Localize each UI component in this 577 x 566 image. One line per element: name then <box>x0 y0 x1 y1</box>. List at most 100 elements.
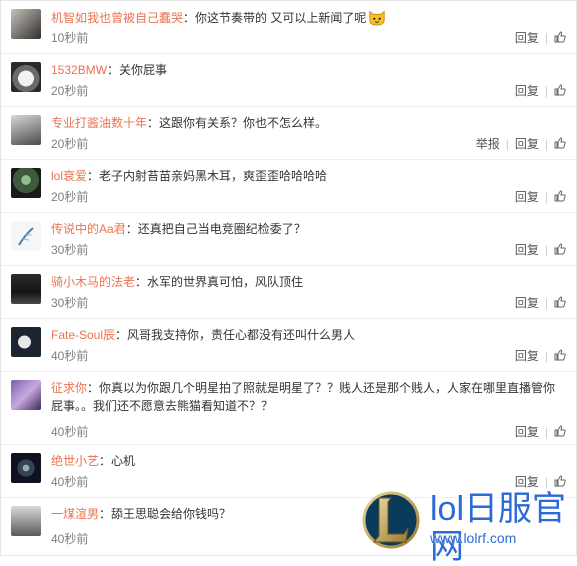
comment-actions: 回复 | <box>515 82 566 99</box>
reply-button[interactable]: 回复 <box>515 84 539 98</box>
comment-text: 关你屁事 <box>119 63 168 77</box>
avatar[interactable] <box>11 506 41 536</box>
like-icon[interactable] <box>554 349 566 361</box>
username-link[interactable]: 一煤渲男 <box>51 507 99 521</box>
avatar[interactable] <box>11 380 41 410</box>
comment-text: 这跟你有关系？你也不怎么样。 <box>159 116 328 130</box>
like-icon[interactable] <box>554 31 566 43</box>
like-icon[interactable] <box>554 475 566 487</box>
comment-text: 舔王思聪会给你钱吗？ <box>111 507 232 521</box>
colon: ： <box>135 275 148 289</box>
colon: ： <box>87 169 100 183</box>
comment-item: 传说中的Aa君：还真把自己当电竞圈纪检委了？ 30秒前 回复 | <box>1 213 576 266</box>
cat-face-icon <box>369 10 386 26</box>
divider: | <box>505 137 509 151</box>
comment-actions: 回复 | <box>515 423 566 440</box>
username-link[interactable]: 1532BMW <box>51 63 107 77</box>
report-button[interactable]: 举报 <box>476 137 500 151</box>
divider: | <box>544 243 548 257</box>
watermark-title: lol日服官网 <box>430 490 567 566</box>
comment-actions: 回复 | <box>515 347 566 364</box>
username-link[interactable]: 机智如我也曾被自己蠢哭 <box>51 11 183 25</box>
comment-time: 10秒前 <box>51 31 89 45</box>
username-link[interactable]: 专业打酱油数十年 <box>51 116 147 130</box>
like-icon[interactable] <box>554 137 566 149</box>
username-link[interactable]: 绝世小艺 <box>51 454 99 468</box>
divider: | <box>544 425 548 439</box>
avatar[interactable] <box>11 9 41 39</box>
like-icon[interactable] <box>554 243 566 255</box>
avatar-feather-icon <box>18 227 34 246</box>
divider: | <box>544 84 548 98</box>
colon: ： <box>87 381 100 395</box>
like-icon[interactable] <box>554 425 566 437</box>
username-link[interactable]: 征求你 <box>51 381 87 395</box>
comment-time: 40秒前 <box>51 349 89 363</box>
comment-text: 还真把自己当电竞圈纪检委了？ <box>137 222 306 236</box>
comment-item: 骑小木马的法老：水军的世界真可怕，风队顶住 30秒前 回复 | <box>1 266 576 319</box>
avatar[interactable] <box>11 453 41 483</box>
comment-text: 你真以为你跟几个明星拍了照就是明星了？？贱人还是那个贱人，人家在哪里直播管你屁事… <box>51 381 556 413</box>
avatar[interactable] <box>11 327 41 357</box>
comment-text: 风哥我支持你，责任心都没有还叫什么男人 <box>127 328 356 342</box>
comment-list: 机智如我也曾被自己蠢哭：你这节奏带的 又可以上新闻了呢 10秒前 回复 | 153… <box>0 0 577 556</box>
site-watermark: lol日服官网 www.lolrf.com <box>360 488 575 566</box>
comment-time: 20秒前 <box>51 137 89 151</box>
avatar[interactable] <box>11 62 41 92</box>
divider: | <box>544 190 548 204</box>
comment-item: lol衰爱：老子内射苔苗亲妈黑木耳，爽歪歪哈哈哈哈 20秒前 回复 | <box>1 160 576 213</box>
comment-actions: 举报 | 回复 | <box>476 135 566 152</box>
avatar[interactable] <box>11 168 41 198</box>
comment-text: 心机 <box>111 454 136 468</box>
divider: | <box>544 475 548 489</box>
reply-button[interactable]: 回复 <box>515 137 539 151</box>
reply-button[interactable]: 回复 <box>515 243 539 257</box>
avatar[interactable] <box>11 115 41 145</box>
comment-content: 专业打酱油数十年：这跟你有关系？你也不怎么样。 <box>51 114 566 132</box>
comment-content: 1532BMW：关你屁事 <box>51 61 566 79</box>
comment-text: 老子内射苔苗亲妈黑木耳，爽歪歪哈哈哈哈 <box>99 169 328 183</box>
divider: | <box>544 137 548 151</box>
divider: | <box>544 31 548 45</box>
reply-button[interactable]: 回复 <box>515 31 539 45</box>
comment-time: 20秒前 <box>51 190 89 204</box>
league-logo-icon <box>362 491 420 549</box>
colon: ： <box>99 454 112 468</box>
colon: ： <box>147 116 160 130</box>
comment-actions: 回复 | <box>515 29 566 46</box>
comment-actions: 回复 | <box>515 294 566 311</box>
username-link[interactable]: 传说中的Aa君 <box>51 222 126 236</box>
reply-button[interactable]: 回复 <box>515 475 539 489</box>
username-link[interactable]: 骑小木马的法老 <box>51 275 135 289</box>
like-icon[interactable] <box>554 296 566 308</box>
reply-button[interactable]: 回复 <box>515 425 539 439</box>
comment-content: 征求你：你真以为你跟几个明星拍了照就是明星了？？贱人还是那个贱人，人家在哪里直播… <box>51 379 566 415</box>
comment-time: 30秒前 <box>51 243 89 257</box>
comment-time: 20秒前 <box>51 84 89 98</box>
watermark-url: www.lolrf.com <box>430 530 517 546</box>
colon: ： <box>99 507 112 521</box>
like-icon[interactable] <box>554 84 566 96</box>
reply-button[interactable]: 回复 <box>515 349 539 363</box>
like-icon[interactable] <box>554 190 566 202</box>
colon: ： <box>183 11 196 25</box>
colon: ： <box>115 328 128 342</box>
username-link[interactable]: Fate-Soul辰 <box>51 328 115 342</box>
comment-time: 40秒前 <box>51 475 89 489</box>
comment-content: 骑小木马的法老：水军的世界真可怕，风队顶住 <box>51 273 566 291</box>
reply-button[interactable]: 回复 <box>515 190 539 204</box>
avatar[interactable] <box>11 274 41 304</box>
colon: ： <box>107 63 120 77</box>
comment-content: 传说中的Aa君：还真把自己当电竞圈纪检委了？ <box>51 220 566 238</box>
comment-content: 机智如我也曾被自己蠢哭：你这节奏带的 又可以上新闻了呢 <box>51 8 566 27</box>
reply-button[interactable]: 回复 <box>515 296 539 310</box>
comment-actions: 回复 | <box>515 241 566 258</box>
comment-item: Fate-Soul辰：风哥我支持你，责任心都没有还叫什么男人 40秒前 回复 | <box>1 319 576 372</box>
avatar[interactable] <box>11 221 41 251</box>
comment-time: 40秒前 <box>51 425 89 439</box>
colon: ： <box>125 222 138 236</box>
comment-time: 40秒前 <box>51 532 89 546</box>
username-link[interactable]: lol衰爱 <box>51 169 87 183</box>
comment-actions: 回复 | <box>515 188 566 205</box>
comment-content: lol衰爱：老子内射苔苗亲妈黑木耳，爽歪歪哈哈哈哈 <box>51 167 566 185</box>
